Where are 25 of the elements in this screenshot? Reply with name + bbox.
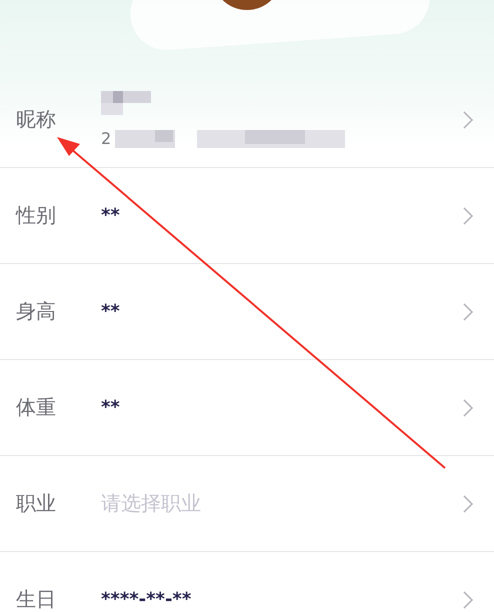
chevron-right-icon [462, 494, 474, 514]
profile-row[interactable]: 身高 ** [0, 264, 494, 360]
chevron-right-icon [462, 110, 474, 130]
field-value: ** [101, 397, 121, 418]
blurred-name-drawing [101, 91, 151, 115]
chevron-right-icon [462, 302, 474, 322]
profile-row[interactable]: 体重 ** [0, 360, 494, 456]
row-label: 生日 [16, 586, 57, 612]
profile-row[interactable]: 性别 ** [0, 168, 494, 264]
field-value: ****-**-** [101, 589, 192, 610]
row-label: 昵称 [16, 106, 57, 133]
row-label: 身高 [16, 298, 57, 325]
chevron-right-icon [462, 398, 474, 418]
chevron-right-icon [462, 590, 474, 610]
chevron-right-icon [462, 206, 474, 226]
profile-row[interactable]: 职业 请选择职业 [0, 456, 494, 552]
field-value: ** [101, 205, 121, 226]
field-value: ** [101, 301, 121, 322]
row-label: 职业 [16, 490, 57, 517]
profile-row[interactable]: 生日 ****-**-** [0, 552, 494, 612]
profile-row[interactable]: 昵称 2 [0, 72, 494, 168]
row-label: 体重 [16, 394, 57, 421]
nickname-subtitle: 2 [101, 129, 112, 148]
field-placeholder: 请选择职业 [101, 490, 202, 517]
row-label: 性别 [16, 202, 57, 229]
